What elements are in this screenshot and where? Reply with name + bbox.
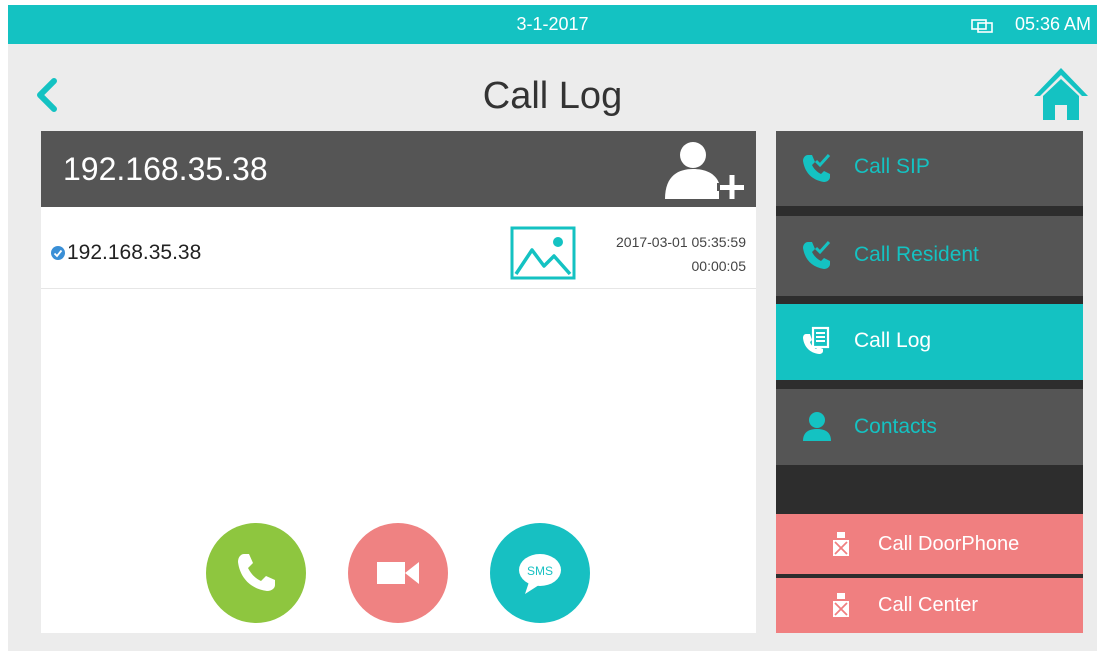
phone-icon xyxy=(238,554,275,591)
call-log-panel: 192.168.35.38 192.168.35.38 2017-03-01 0… xyxy=(41,131,756,633)
screen: 3-1-2017 05:36 AM Call Log 192.168.35.38 xyxy=(8,5,1097,651)
log-row[interactable]: 192.168.35.38 2017-03-01 05:35:59 00:00:… xyxy=(41,218,756,289)
log-number: 192.168.35.38 xyxy=(67,241,202,264)
call-doorphone-button[interactable]: Call DoorPhone xyxy=(776,514,1083,574)
sidebar-item-label: Call Resident xyxy=(854,243,979,266)
sms-button[interactable]: SMS xyxy=(490,523,590,623)
doorphone-icon xyxy=(833,532,849,556)
sms-label: SMS xyxy=(527,564,553,578)
call-button[interactable] xyxy=(206,523,306,623)
status-bar: 3-1-2017 05:36 AM xyxy=(8,5,1097,44)
call-doorphone-label: Call DoorPhone xyxy=(878,533,1020,555)
phone-check-icon xyxy=(803,240,831,269)
image-icon[interactable] xyxy=(510,226,576,280)
log-duration: 00:00:05 xyxy=(691,258,747,274)
call-center-label: Call Center xyxy=(878,594,979,616)
add-contact-icon[interactable] xyxy=(651,139,751,201)
sidebar: Call SIP Call Resident Call Log Contacts… xyxy=(776,131,1083,633)
status-date: 3-1-2017 xyxy=(516,14,589,34)
video-camera-icon xyxy=(377,562,419,584)
video-call-button[interactable] xyxy=(348,523,448,623)
sidebar-item-call-log[interactable]: Call Log xyxy=(776,304,1083,380)
doorphone-icon xyxy=(833,593,849,617)
dial-number: 192.168.35.38 xyxy=(63,151,268,187)
log-datetime: 2017-03-01 05:35:59 xyxy=(616,234,746,250)
network-icon xyxy=(971,19,993,33)
sidebar-item-label: Call SIP xyxy=(854,155,930,178)
dial-number-bar: 192.168.35.38 xyxy=(41,131,756,207)
sidebar-item-label: Call Log xyxy=(854,329,932,352)
sidebar-item-call-resident[interactable]: Call Resident xyxy=(776,216,1083,296)
person-icon xyxy=(803,412,831,441)
sidebar-item-contacts[interactable]: Contacts xyxy=(776,389,1083,465)
sidebar-item-label: Contacts xyxy=(854,415,937,438)
page-title: Call Log xyxy=(482,75,623,117)
sidebar-item-call-sip[interactable]: Call SIP xyxy=(776,131,1083,206)
status-time: 05:36 AM xyxy=(1014,14,1091,34)
check-icon xyxy=(51,246,65,260)
phone-check-icon xyxy=(803,153,831,182)
sms-icon: SMS xyxy=(519,554,561,594)
call-center-button[interactable]: Call Center xyxy=(776,578,1083,633)
call-log-icon xyxy=(803,326,830,354)
home-icon[interactable] xyxy=(1032,65,1090,123)
